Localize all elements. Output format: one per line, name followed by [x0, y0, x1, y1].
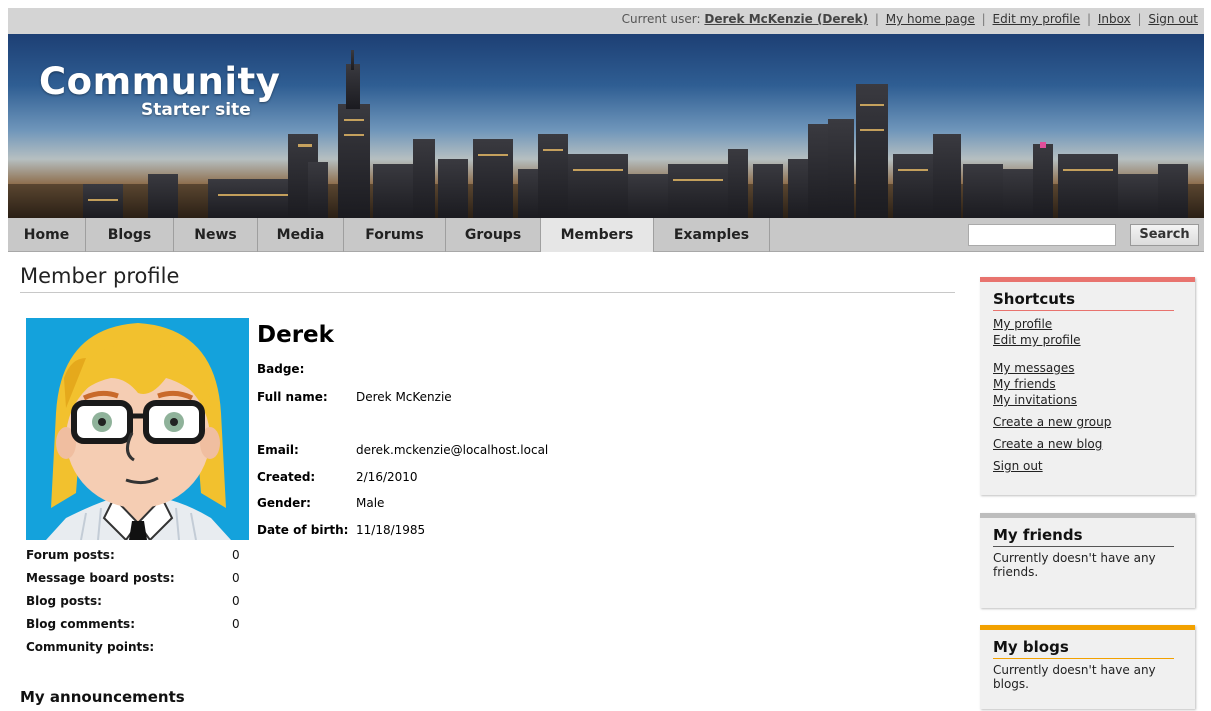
separator: |: [874, 12, 879, 26]
stat-value: 0: [232, 594, 240, 608]
stat-label: Community points:: [26, 640, 155, 654]
header-banner: Community Starter site: [8, 34, 1204, 218]
search-input[interactable]: [968, 224, 1116, 246]
stat-label: Blog posts:: [26, 594, 102, 608]
my-friends-text: Currently doesn't have any friends.: [993, 551, 1156, 579]
stat-label: Blog comments:: [26, 617, 135, 631]
avatar: [26, 318, 249, 540]
announcements-heading: My announcements: [20, 688, 185, 706]
site-logo-subtitle: Starter site: [141, 100, 251, 120]
title-divider: [20, 292, 955, 293]
shortcuts-rule: [993, 310, 1174, 311]
shortcuts-box: Shortcuts My profile Edit my profile My …: [980, 277, 1195, 495]
nav-home[interactable]: Home: [8, 218, 86, 252]
my-friends-rule: [993, 546, 1174, 547]
nav-forums[interactable]: Forums: [344, 218, 446, 252]
stat-blog-posts: Blog posts: 0: [26, 594, 246, 617]
user-line: Current user: Derek McKenzie (Derek) | M…: [622, 12, 1198, 26]
sign-out-link[interactable]: Sign out: [1148, 12, 1198, 26]
field-gender: Gender: Male: [257, 496, 384, 510]
shortcuts-links: My profile Edit my profile My messages M…: [993, 316, 1182, 474]
field-email: Email: derek.mckenzie@localhost.local: [257, 443, 548, 457]
field-value: derek.mckenzie@localhost.local: [356, 443, 549, 457]
separator: |: [1137, 12, 1142, 26]
shortcut-my-invitations[interactable]: My invitations: [993, 392, 1182, 408]
shortcuts-title: Shortcuts: [993, 290, 1076, 308]
avatar-cartoon-image: [46, 323, 231, 540]
separator: |: [981, 12, 986, 26]
current-user-label: Current user:: [621, 12, 701, 26]
shortcut-create-new-blog[interactable]: Create a new blog: [993, 436, 1182, 452]
stat-value: 0: [232, 548, 240, 562]
field-label: Email:: [257, 443, 299, 457]
top-user-bar: Current user: Derek McKenzie (Derek) | M…: [8, 8, 1204, 34]
field-created: Created: 2/16/2010: [257, 470, 418, 484]
stat-message-board-posts: Message board posts: 0: [26, 571, 246, 594]
field-value: 2/16/2010: [356, 470, 418, 484]
field-label: Full name:: [257, 390, 328, 404]
my-blogs-title: My blogs: [993, 638, 1069, 656]
field-date-of-birth: Date of birth: 11/18/1985: [257, 523, 425, 537]
field-value: 11/18/1985: [356, 523, 426, 537]
my-blogs-rule: [993, 658, 1174, 659]
page-title: Member profile: [20, 264, 180, 288]
nav-blogs[interactable]: Blogs: [86, 218, 174, 252]
stat-forum-posts: Forum posts: 0: [26, 548, 246, 571]
my-friends-box: My friends Currently doesn't have any fr…: [980, 513, 1195, 608]
member-stats: Forum posts: 0 Message board posts: 0 Bl…: [26, 548, 246, 663]
my-home-page-link[interactable]: My home page: [886, 12, 975, 26]
nav-members[interactable]: Members: [541, 218, 654, 252]
my-blogs-box: My blogs Currently doesn't have any blog…: [980, 625, 1195, 709]
current-user-link[interactable]: Derek McKenzie (Derek): [704, 12, 868, 26]
nav-media[interactable]: Media: [258, 218, 344, 252]
nav-examples[interactable]: Examples: [654, 218, 770, 252]
nav-groups[interactable]: Groups: [446, 218, 541, 252]
edit-my-profile-link[interactable]: Edit my profile: [993, 12, 1081, 26]
shortcut-my-profile[interactable]: My profile: [993, 316, 1182, 332]
field-full-name: Full name: Derek McKenzie: [257, 390, 452, 404]
nav-news[interactable]: News: [174, 218, 258, 252]
stat-label: Message board posts:: [26, 571, 175, 585]
main-navigation: Home Blogs News Media Forums Groups Memb…: [8, 218, 1204, 252]
shortcut-sign-out[interactable]: Sign out: [993, 458, 1182, 474]
shortcut-edit-my-profile[interactable]: Edit my profile: [993, 332, 1182, 348]
stat-value: 0: [232, 617, 240, 631]
search-button[interactable]: Search: [1130, 224, 1199, 246]
stat-value: 0: [232, 571, 240, 585]
stat-community-points: Community points:: [26, 640, 246, 663]
field-label: Badge:: [257, 362, 305, 376]
field-label: Created:: [257, 470, 316, 484]
field-value: Male: [356, 496, 385, 510]
shortcut-my-friends[interactable]: My friends: [993, 376, 1182, 392]
field-label: Gender:: [257, 496, 311, 510]
field-badge: Badge:: [257, 362, 356, 376]
site-logo-title[interactable]: Community: [39, 60, 280, 103]
shortcut-my-messages[interactable]: My messages: [993, 360, 1182, 376]
stat-label: Forum posts:: [26, 548, 115, 562]
field-label: Date of birth:: [257, 523, 349, 537]
field-value: Derek McKenzie: [356, 390, 452, 404]
shortcut-create-new-group[interactable]: Create a new group: [993, 414, 1182, 430]
inbox-link[interactable]: Inbox: [1098, 12, 1131, 26]
my-blogs-text: Currently doesn't have any blogs.: [993, 663, 1156, 691]
my-friends-title: My friends: [993, 526, 1083, 544]
separator: |: [1086, 12, 1091, 26]
member-name: Derek: [257, 322, 334, 348]
stat-blog-comments: Blog comments: 0: [26, 617, 246, 640]
